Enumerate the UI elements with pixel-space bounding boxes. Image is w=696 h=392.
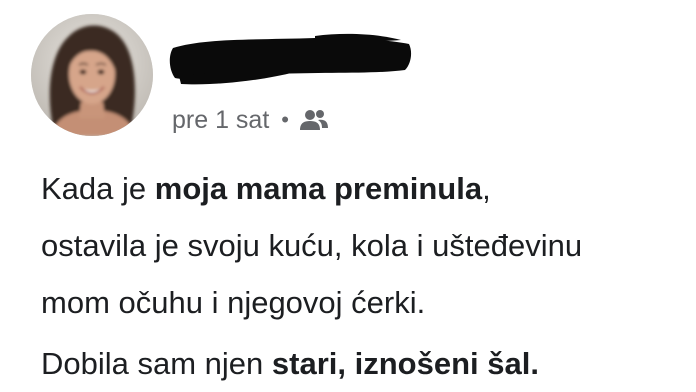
post-line-1: Kada je moja mama preminula, — [41, 171, 491, 206]
post-timestamp[interactable]: pre 1 sat — [172, 106, 269, 135]
avatar[interactable] — [31, 14, 153, 136]
post-line-4: Dobila sam njen stari, iznošeni šal. — [41, 346, 539, 381]
post-line-2: ostavila je svoju kuću, kola i ušteđevin… — [41, 228, 583, 263]
meta-separator: • — [281, 107, 289, 132]
post-line-3: mom očuhu i njegovoj ćerki. — [41, 285, 426, 320]
author-name-redaction — [165, 26, 415, 90]
post-text: Kada je moja mama preminula, ostavila je… — [41, 160, 681, 392]
post-meta: pre 1 sat • — [172, 102, 330, 138]
friends-icon[interactable] — [298, 108, 330, 132]
emphasis: moja mama preminula — [154, 171, 483, 206]
emphasis: stari, iznošeni šal. — [271, 346, 539, 381]
avatar-photo — [31, 14, 153, 136]
post-header: pre 1 sat • — [0, 0, 696, 150]
